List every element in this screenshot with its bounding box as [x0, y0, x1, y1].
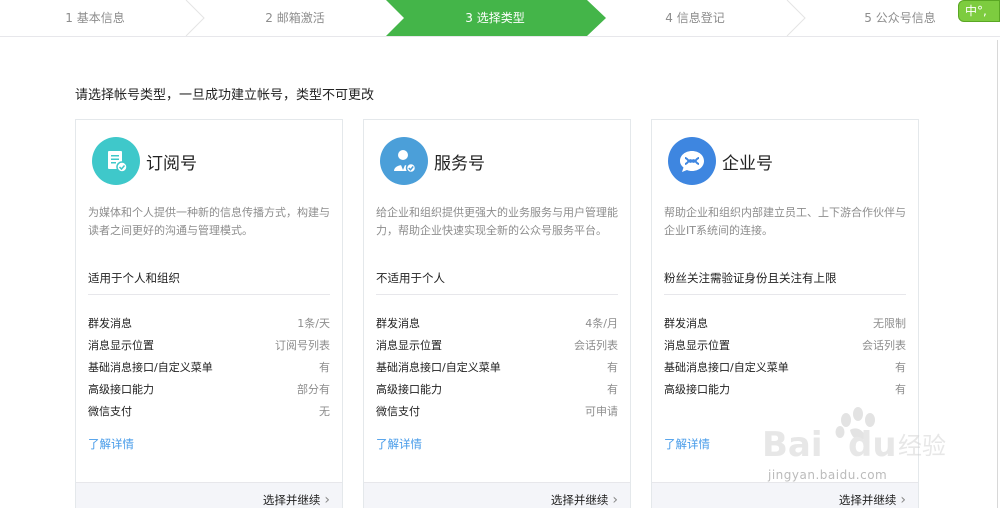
feature-row: 群发消息 无限制 — [664, 313, 906, 335]
scrollbar[interactable] — [997, 40, 998, 508]
watermark-brand-suffix: du — [848, 425, 897, 465]
page-instruction: 请选择帐号类型，一旦成功建立帐号，类型不可更改 — [75, 88, 375, 103]
select-continue-label: 选择并继续 — [838, 493, 897, 507]
select-continue-label: 选择并继续 — [550, 493, 609, 507]
card-header: 订阅号 — [92, 136, 197, 186]
feature-row: 高级接口能力 有 — [664, 379, 906, 401]
select-continue-button[interactable]: 选择并继续 › — [839, 492, 906, 508]
feature-row: 微信支付 可申请 — [376, 401, 618, 423]
feature-value: 可申请 — [585, 405, 618, 418]
step-basic-info: 1 基本信息 — [65, 11, 125, 25]
learn-more-link[interactable]: 了解详情 — [88, 436, 134, 452]
feature-label: 高级接口能力 — [664, 383, 730, 396]
card-suitability: 适用于个人和组织 — [88, 268, 330, 295]
feature-row: 群发消息 1条/天 — [88, 313, 330, 335]
feature-label: 基础消息接口/自定义菜单 — [664, 361, 789, 374]
card-footer: 选择并继续 › — [364, 482, 630, 508]
card-suitability: 不适用于个人 — [376, 268, 618, 295]
enterprise-chat-icon — [668, 137, 716, 185]
feature-label: 基础消息接口/自定义菜单 — [88, 361, 213, 374]
feature-label: 群发消息 — [664, 317, 708, 330]
feature-label: 基础消息接口/自定义菜单 — [376, 361, 501, 374]
input-method-badge[interactable]: 中°, — [958, 0, 1000, 22]
feature-label: 消息显示位置 — [88, 339, 154, 352]
feature-value: 1条/天 — [297, 317, 330, 330]
step-select-type: 3 选择类型 — [465, 11, 525, 25]
watermark-url: jingyan.baidu.com — [768, 468, 888, 482]
feature-row: 群发消息 4条/月 — [376, 313, 618, 335]
feature-value: 会话列表 — [574, 339, 618, 352]
step-progress-bar: 1 基本信息 2 邮箱激活 3 选择类型 4 信息登记 5 公众号信息 — [0, 0, 1000, 37]
feature-value: 部分有 — [297, 383, 330, 396]
feature-row: 消息显示位置 会话列表 — [376, 335, 618, 357]
feature-label: 高级接口能力 — [88, 383, 154, 396]
feature-value: 订阅号列表 — [275, 339, 330, 352]
feature-value: 有 — [607, 361, 618, 374]
chevron-right-icon: › — [900, 492, 906, 508]
document-check-icon — [92, 137, 140, 185]
feature-value: 有 — [895, 383, 906, 396]
feature-label: 微信支付 — [376, 405, 420, 418]
select-continue-button[interactable]: 选择并继续 › — [551, 492, 618, 508]
feature-row: 微信支付 无 — [88, 401, 330, 423]
feature-row: 基础消息接口/自定义菜单 有 — [664, 357, 906, 379]
card-title: 服务号 — [434, 153, 485, 174]
feature-value: 无 — [319, 405, 330, 418]
learn-more-link[interactable]: 了解详情 — [376, 436, 422, 452]
watermark-cn: 经验 — [898, 432, 946, 460]
card-description: 为媒体和个人提供一种新的信息传播方式，构建与读者之间更好的沟通与管理模式。 — [88, 206, 330, 237]
feature-label: 群发消息 — [376, 317, 420, 330]
feature-label: 群发消息 — [88, 317, 132, 330]
card-footer: 选择并继续 › — [76, 482, 342, 508]
learn-more-link[interactable]: 了解详情 — [664, 436, 710, 452]
feature-value: 无限制 — [873, 317, 906, 330]
feature-row: 消息显示位置 会话列表 — [664, 335, 906, 357]
select-continue-label: 选择并继续 — [262, 493, 321, 507]
feature-value: 会话列表 — [862, 339, 906, 352]
card-header: 企业号 — [668, 136, 773, 186]
chevron-right-icon: › — [324, 492, 330, 508]
chevron-right-icon: › — [612, 492, 618, 508]
card-description: 帮助企业和组织内部建立员工、上下游合作伙伴与企业IT系统间的连接。 — [664, 206, 906, 237]
feature-value: 4条/月 — [585, 317, 618, 330]
select-continue-button[interactable]: 选择并继续 › — [263, 492, 330, 508]
feature-row: 基础消息接口/自定义菜单 有 — [376, 357, 618, 379]
feature-value: 有 — [895, 361, 906, 374]
card-title: 订阅号 — [146, 153, 197, 174]
card-suitability: 粉丝关注需验证身份且关注有上限 — [664, 268, 906, 295]
feature-label: 消息显示位置 — [376, 339, 442, 352]
feature-row: 高级接口能力 有 — [376, 379, 618, 401]
feature-label: 消息显示位置 — [664, 339, 730, 352]
step-info-registration: 4 信息登记 — [665, 11, 725, 25]
card-title: 企业号 — [722, 153, 773, 174]
account-type-card-service[interactable]: 服务号 给企业和组织提供更强大的业务服务与用户管理能力，帮助企业快速实现全新的公… — [363, 119, 631, 508]
step-email-activation: 2 邮箱激活 — [265, 11, 325, 25]
service-person-icon — [380, 137, 428, 185]
feature-row: 高级接口能力 部分有 — [88, 379, 330, 401]
feature-row: 消息显示位置 订阅号列表 — [88, 335, 330, 357]
feature-row: 基础消息接口/自定义菜单 有 — [88, 357, 330, 379]
feature-label: 微信支付 — [88, 405, 132, 418]
feature-value: 有 — [607, 383, 618, 396]
feature-label: 高级接口能力 — [376, 383, 442, 396]
feature-value: 有 — [319, 361, 330, 374]
account-type-card-subscription[interactable]: 订阅号 为媒体和个人提供一种新的信息传播方式，构建与读者之间更好的沟通与管理模式… — [75, 119, 343, 508]
card-header: 服务号 — [380, 136, 485, 186]
card-description: 给企业和组织提供更强大的业务服务与用户管理能力，帮助企业快速实现全新的公众号服务… — [376, 206, 618, 237]
watermark-brand: Bai — [762, 425, 823, 465]
